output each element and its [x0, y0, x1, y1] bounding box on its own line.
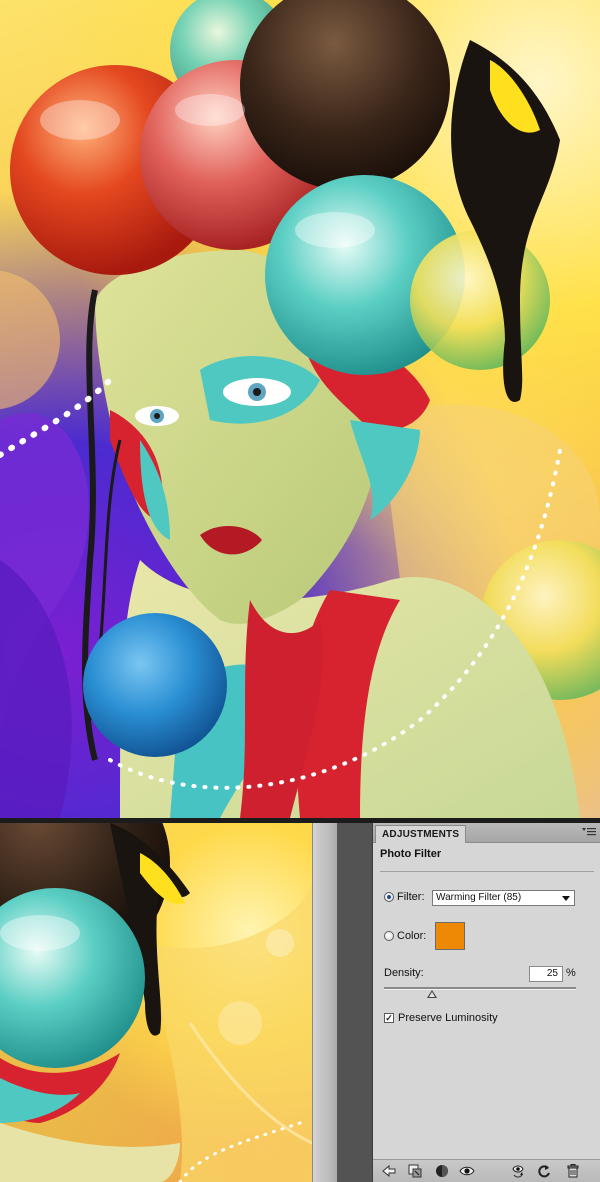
filter-label: Filter:	[397, 891, 425, 903]
color-label: Color:	[397, 930, 427, 942]
filter-dropdown[interactable]: Warming Filter (85)	[432, 890, 575, 906]
visibility-eye-icon[interactable]	[459, 1163, 475, 1179]
panel-menu-icon[interactable]	[582, 827, 596, 837]
panel-footer	[373, 1159, 600, 1182]
density-slider-track[interactable]	[384, 987, 576, 990]
panel-tab-bar: ADJUSTMENTS	[373, 823, 600, 843]
adjustments-panel: ADJUSTMENTS Photo Filter Filter: Warming…	[372, 823, 600, 1182]
chevron-down-icon	[562, 896, 570, 901]
document-canvas-preview[interactable]	[0, 823, 312, 1182]
preserve-luminosity-checkbox[interactable]: ✓	[384, 1013, 394, 1023]
canvas-artwork	[0, 823, 312, 1182]
workspace-gutter	[338, 823, 372, 1182]
trash-icon[interactable]	[565, 1163, 581, 1179]
filter-radio[interactable]	[384, 892, 394, 902]
tab-adjustments[interactable]: ADJUSTMENTS	[375, 825, 467, 843]
reset-icon[interactable]	[536, 1163, 552, 1179]
back-arrow-icon[interactable]	[381, 1163, 397, 1179]
density-slider-thumb[interactable]	[427, 990, 437, 998]
clip-to-layer-icon[interactable]	[407, 1163, 423, 1179]
panel-title: Photo Filter	[380, 848, 442, 860]
artwork-illustration	[0, 0, 600, 818]
color-radio[interactable]	[384, 931, 394, 941]
density-unit: %	[566, 967, 576, 979]
color-swatch[interactable]	[435, 922, 465, 950]
title-divider	[380, 871, 594, 872]
preserve-luminosity-label: Preserve Luminosity	[398, 1012, 498, 1024]
vertical-scrollbar[interactable]	[312, 823, 338, 1182]
artwork-canvas	[0, 0, 600, 818]
filter-dropdown-value: Warming Filter (85)	[436, 892, 522, 903]
view-previous-state-icon[interactable]	[510, 1163, 526, 1179]
density-input[interactable]: 25	[529, 966, 563, 982]
density-label: Density:	[384, 967, 424, 979]
mask-icon[interactable]	[434, 1163, 450, 1179]
